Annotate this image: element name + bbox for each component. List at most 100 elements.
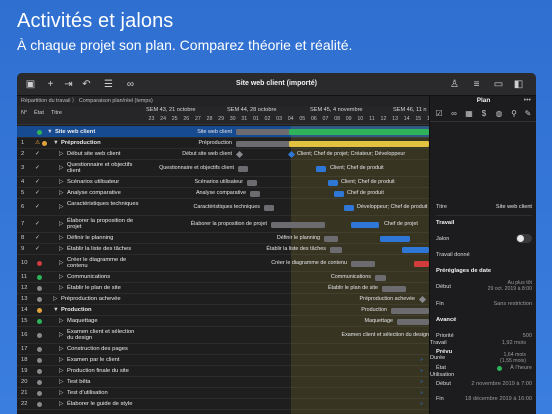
hero-title: Activités et jalons: [17, 10, 174, 32]
task-title[interactable]: Examen par le client: [67, 357, 141, 363]
col-num[interactable]: N°: [21, 110, 27, 116]
style-icon[interactable]: ◍: [494, 109, 504, 119]
checklist-icon[interactable]: ☑: [434, 109, 444, 119]
disclosure-closed-icon[interactable]: ▷: [53, 296, 57, 302]
section-travail: Travail: [436, 220, 455, 226]
sidebar-toggle-icon[interactable]: ◧: [513, 79, 524, 90]
disclosure-closed-icon[interactable]: ▷: [59, 390, 63, 396]
day-label: 26: [183, 116, 190, 122]
task-title[interactable]: Construction des pages: [67, 346, 141, 352]
calendar-icon[interactable]: ▦: [464, 109, 474, 119]
disclosure-closed-icon[interactable]: ▷: [59, 274, 63, 280]
task-title[interactable]: Communications: [67, 274, 141, 280]
milestone-toggle[interactable]: [516, 234, 532, 243]
task-title[interactable]: Élaborer le guide de style: [67, 401, 141, 407]
title-label: Titre: [436, 204, 447, 210]
day-label: 13: [392, 116, 399, 122]
disclosure-closed-icon[interactable]: ▷: [59, 260, 63, 266]
disclosure-closed-icon[interactable]: ▷: [59, 401, 63, 407]
task-title[interactable]: Préproduction: [61, 140, 141, 146]
task-number: 15: [21, 318, 28, 325]
task-title[interactable]: Analyse comparative: [67, 190, 141, 196]
milestone-row[interactable]: Jalon: [436, 234, 532, 243]
disclosure-closed-icon[interactable]: ▷: [59, 165, 63, 171]
task-title[interactable]: Caractéristiques techniques: [67, 201, 141, 207]
disclosure-open-icon[interactable]: ▼: [53, 140, 59, 146]
disclosure-closed-icon[interactable]: ▷: [59, 221, 63, 227]
resource-icon[interactable]: ⚲: [509, 109, 519, 119]
task-title[interactable]: Test d'utilisation: [67, 390, 141, 396]
task-number: 16: [21, 332, 28, 339]
disclosure-closed-icon[interactable]: ▷: [59, 151, 63, 157]
task-title[interactable]: Préproduction achevée: [61, 296, 141, 302]
people-icon[interactable]: ♙: [449, 79, 460, 90]
disclosure-closed-icon[interactable]: ▷: [59, 332, 63, 338]
checkmark-icon: ✓: [35, 204, 40, 211]
cost-icon[interactable]: $: [479, 109, 489, 119]
status-dot: [37, 402, 42, 407]
day-label: 23: [148, 116, 155, 122]
disclosure-closed-icon[interactable]: ▷: [59, 204, 63, 210]
task-number: 8: [21, 235, 25, 242]
status-dot: [37, 319, 42, 324]
day-label: 07: [322, 116, 329, 122]
day-label: 01: [252, 116, 259, 122]
edit-icon[interactable]: ✎: [523, 109, 533, 119]
task-number: 9: [21, 246, 25, 253]
work-given-row[interactable]: Travail donné: [436, 252, 532, 258]
disclosure-closed-icon[interactable]: ▷: [59, 190, 63, 196]
task-number: 14: [21, 307, 28, 314]
day-label: 04: [287, 116, 294, 122]
col-state[interactable]: État: [34, 110, 44, 116]
disclosure-open-icon[interactable]: ▼: [53, 307, 59, 313]
status-dot: [37, 129, 42, 135]
task-title[interactable]: Établir la liste des tâches: [67, 246, 141, 252]
task-title[interactable]: Examen client et sélection du design: [67, 329, 141, 342]
task-title[interactable]: Production: [61, 307, 141, 313]
task-title[interactable]: Maquettage: [67, 318, 141, 324]
disclosure-closed-icon[interactable]: ▷: [59, 379, 63, 385]
end-value: Sans restriction: [493, 301, 532, 307]
panel-icon[interactable]: ▭: [493, 79, 504, 90]
disclosure-closed-icon[interactable]: ▷: [59, 368, 63, 374]
title-value[interactable]: Site web client: [496, 204, 532, 210]
disclosure-closed-icon[interactable]: ▷: [59, 318, 63, 324]
col-title[interactable]: Titre: [51, 110, 62, 116]
week-label: SEM 44, 28 octobre: [227, 107, 277, 113]
checkmark-icon: ✓: [35, 221, 40, 228]
task-title[interactable]: Élaborer la proposition de projet: [67, 218, 141, 231]
breadcrumb[interactable]: Répartition du travail 〉 Comparaison pla…: [17, 96, 429, 106]
disclosure-closed-icon[interactable]: ▷: [59, 357, 63, 363]
day-label: 03: [276, 116, 283, 122]
warning-icon: ⚠: [35, 140, 41, 147]
day-label: 29: [218, 116, 225, 122]
week-label: SEM 45, 4 novembre: [310, 107, 363, 113]
link-icon[interactable]: ∞: [449, 109, 459, 119]
task-title[interactable]: Questionnaire et objectifs client: [67, 162, 141, 175]
task-title[interactable]: Test bêta: [67, 379, 141, 385]
task-title[interactable]: Scénarios utilisateur: [67, 179, 141, 185]
menu-icon[interactable]: ≡: [471, 79, 482, 90]
inspector-title-row[interactable]: Titre Site web client: [436, 204, 532, 210]
disclosure-closed-icon[interactable]: ▷: [59, 246, 63, 252]
disclosure-closed-icon[interactable]: ▷: [59, 235, 63, 241]
status-dot: [37, 333, 42, 338]
checkmark-icon: ✓: [35, 179, 40, 186]
disclosure-open-icon[interactable]: ▼: [47, 129, 53, 135]
more-icon[interactable]: •••: [524, 97, 531, 104]
day-label: 24: [160, 116, 167, 122]
start-row[interactable]: Début Au plus tôt 29 oct. 2019 à 8:00: [436, 280, 532, 292]
week-label: SEM 46, 11 n: [393, 107, 427, 113]
section-advanced: Avancé: [436, 317, 457, 323]
task-title[interactable]: Créer le diagramme de contenu: [67, 257, 141, 270]
task-title[interactable]: Établir le plan de site: [67, 285, 141, 291]
disclosure-closed-icon[interactable]: ▷: [59, 346, 63, 352]
disclosure-closed-icon[interactable]: ▷: [59, 285, 63, 291]
task-title[interactable]: Site web client: [55, 129, 141, 135]
disclosure-closed-icon[interactable]: ▷: [59, 179, 63, 185]
task-title[interactable]: Début site web client: [67, 151, 141, 157]
task-title[interactable]: Production finale du site: [67, 368, 141, 374]
task-title[interactable]: Définir le planning: [67, 235, 141, 241]
end-row[interactable]: Fin Sans restriction: [436, 301, 532, 307]
task-number: 10: [21, 260, 28, 267]
